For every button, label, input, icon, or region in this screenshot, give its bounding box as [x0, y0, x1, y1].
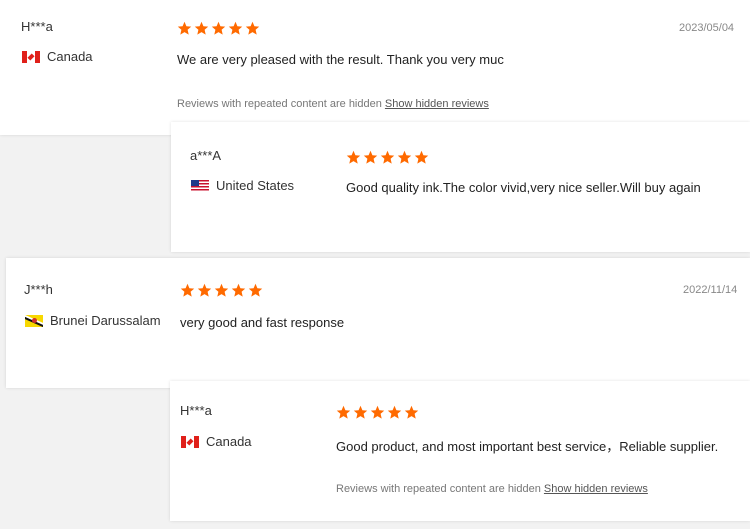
star-icon [414, 150, 429, 165]
country-label: Canada [206, 434, 252, 449]
country-label: Brunei Darussalam [50, 313, 161, 328]
review-text: We are very pleased with the result. Tha… [177, 52, 504, 67]
review-date: 2022/11/14 [683, 284, 738, 296]
brunei-flag-icon [25, 314, 43, 327]
show-hidden-reviews-link[interactable]: Show hidden reviews [385, 98, 489, 110]
star-icon [228, 21, 243, 36]
reviewer-name: H***a [21, 19, 53, 34]
show-hidden-reviews-link[interactable]: Show hidden reviews [544, 483, 648, 495]
star-icon [363, 150, 378, 165]
reviewer-name: H***a [180, 403, 212, 418]
star-icon [380, 150, 395, 165]
canada-flag-icon [22, 50, 40, 63]
star-rating [177, 21, 262, 36]
hidden-reviews-label: Reviews with repeated content are hidden [336, 483, 541, 495]
review-card: H***a Canada 2023/05/04 We are very plea… [0, 0, 750, 135]
hidden-reviews-label: Reviews with repeated content are hidden [177, 98, 382, 110]
star-icon [194, 21, 209, 36]
star-icon [370, 405, 385, 420]
review-card: a***A United States Good quality ink.The… [171, 122, 750, 252]
star-rating [346, 150, 431, 165]
hidden-reviews-note: Reviews with repeated content are hidden… [336, 483, 648, 495]
review-date: 2023/05/04 [679, 22, 735, 34]
country-label: Canada [47, 49, 93, 64]
canada-flag-icon [181, 435, 199, 448]
star-icon [245, 21, 260, 36]
country-label: United States [216, 178, 295, 193]
star-rating [180, 283, 265, 298]
hidden-reviews-note: Reviews with repeated content are hidden… [177, 98, 489, 110]
star-icon [214, 283, 229, 298]
review-text: very good and fast response [180, 315, 345, 330]
star-rating [336, 405, 421, 420]
reviewer-name: a***A [190, 148, 222, 163]
star-icon [336, 405, 351, 420]
star-icon [387, 405, 402, 420]
review-text: Good quality ink.The color vivid,very ni… [346, 180, 701, 195]
reviewer-name: J***h [24, 282, 53, 297]
reviewer-country: Canada [181, 434, 252, 449]
reviewer-country: Canada [22, 49, 93, 64]
star-icon [180, 283, 195, 298]
review-card: J***h Brunei Darussalam 2022/11/14 very … [6, 258, 750, 388]
star-icon [231, 283, 246, 298]
us-flag-icon [191, 179, 209, 192]
star-icon [397, 150, 412, 165]
star-icon [404, 405, 419, 420]
review-text: Good product, and most important best se… [336, 439, 719, 454]
review-card: H***a Canada Good product, and most impo… [170, 381, 750, 521]
star-icon [211, 21, 226, 36]
star-icon [353, 405, 368, 420]
reviewer-country: United States [191, 178, 294, 193]
star-icon [197, 283, 212, 298]
reviewer-country: Brunei Darussalam [25, 313, 161, 328]
star-icon [346, 150, 361, 165]
star-icon [177, 21, 192, 36]
star-icon [248, 283, 263, 298]
